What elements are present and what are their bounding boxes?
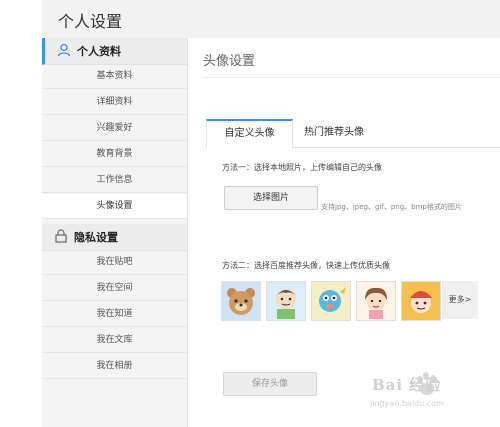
sidebar-item-details[interactable]: 详细资料	[42, 90, 187, 115]
more-avatars-button[interactable]: 更多>	[442, 281, 478, 319]
tab-bar: 自定义头像 热门推荐头像	[206, 119, 500, 149]
divider	[202, 77, 500, 78]
section-title: 头像设置	[203, 54, 256, 69]
supported-formats-text: 支持jpg、jpeg、gif、png、bmp格式的图片	[321, 203, 462, 211]
sidebar-section-label: 隐私设置	[74, 231, 118, 244]
sidebar: 个人资料 基本资料 详细资料 兴趣爱好 教育背景 工作信息 头像设置 隐私设置 …	[42, 38, 188, 427]
tab-recommended-avatar[interactable]: 热门推荐头像	[304, 119, 364, 147]
baidu-watermark: Bai 经验 jingyan.baidu.com	[354, 372, 474, 422]
sidebar-item-education[interactable]: 教育背景	[42, 142, 187, 167]
red-hat-avatar[interactable]	[401, 281, 441, 321]
watermark-url: jingyan.baidu.com	[370, 399, 444, 408]
lock-icon	[55, 229, 67, 243]
method-one-text: 方法一：选择本地照片，上传编辑自己的头像	[222, 163, 382, 172]
save-avatar-button[interactable]: 保存头像	[223, 372, 317, 396]
sidebar-item-space[interactable]: 我在空间	[42, 276, 187, 301]
method-two-text: 方法二：选择百度推荐头像，快速上传优质头像	[222, 261, 390, 270]
sidebar-item-album[interactable]: 我在相册	[42, 354, 187, 379]
main-panel: 头像设置 自定义头像 热门推荐头像 方法一：选择本地照片，上传编辑自己的头像 选…	[188, 38, 500, 427]
choose-image-button[interactable]: 选择图片	[224, 186, 318, 210]
blue-creature-avatar[interactable]	[311, 281, 351, 321]
bear-avatar[interactable]	[221, 281, 261, 321]
sidebar-section-label: 个人资料	[77, 45, 121, 58]
sidebar-section-profile[interactable]: 个人资料	[42, 38, 187, 65]
sidebar-item-zhidao[interactable]: 我在知道	[42, 302, 187, 327]
sidebar-item-interests[interactable]: 兴趣爱好	[42, 116, 187, 141]
sidebar-item-work[interactable]: 工作信息	[42, 168, 187, 193]
sidebar-item-basic[interactable]: 基本资料	[42, 64, 187, 89]
tab-custom-avatar[interactable]: 自定义头像	[206, 119, 293, 149]
girl-avatar[interactable]	[356, 281, 396, 321]
watermark-text: Bai 经验	[372, 376, 442, 394]
sidebar-section-privacy[interactable]: 隐私设置	[42, 224, 187, 251]
sidebar-item-avatar[interactable]: 头像设置	[42, 194, 187, 219]
sidebar-item-wenku[interactable]: 我在文库	[42, 328, 187, 353]
page-header: 个人设置	[42, 0, 500, 39]
user-icon	[57, 43, 71, 57]
sidebar-item-tieba[interactable]: 我在贴吧	[42, 250, 187, 275]
page-title: 个人设置	[58, 12, 123, 31]
boy-avatar[interactable]	[266, 281, 306, 321]
